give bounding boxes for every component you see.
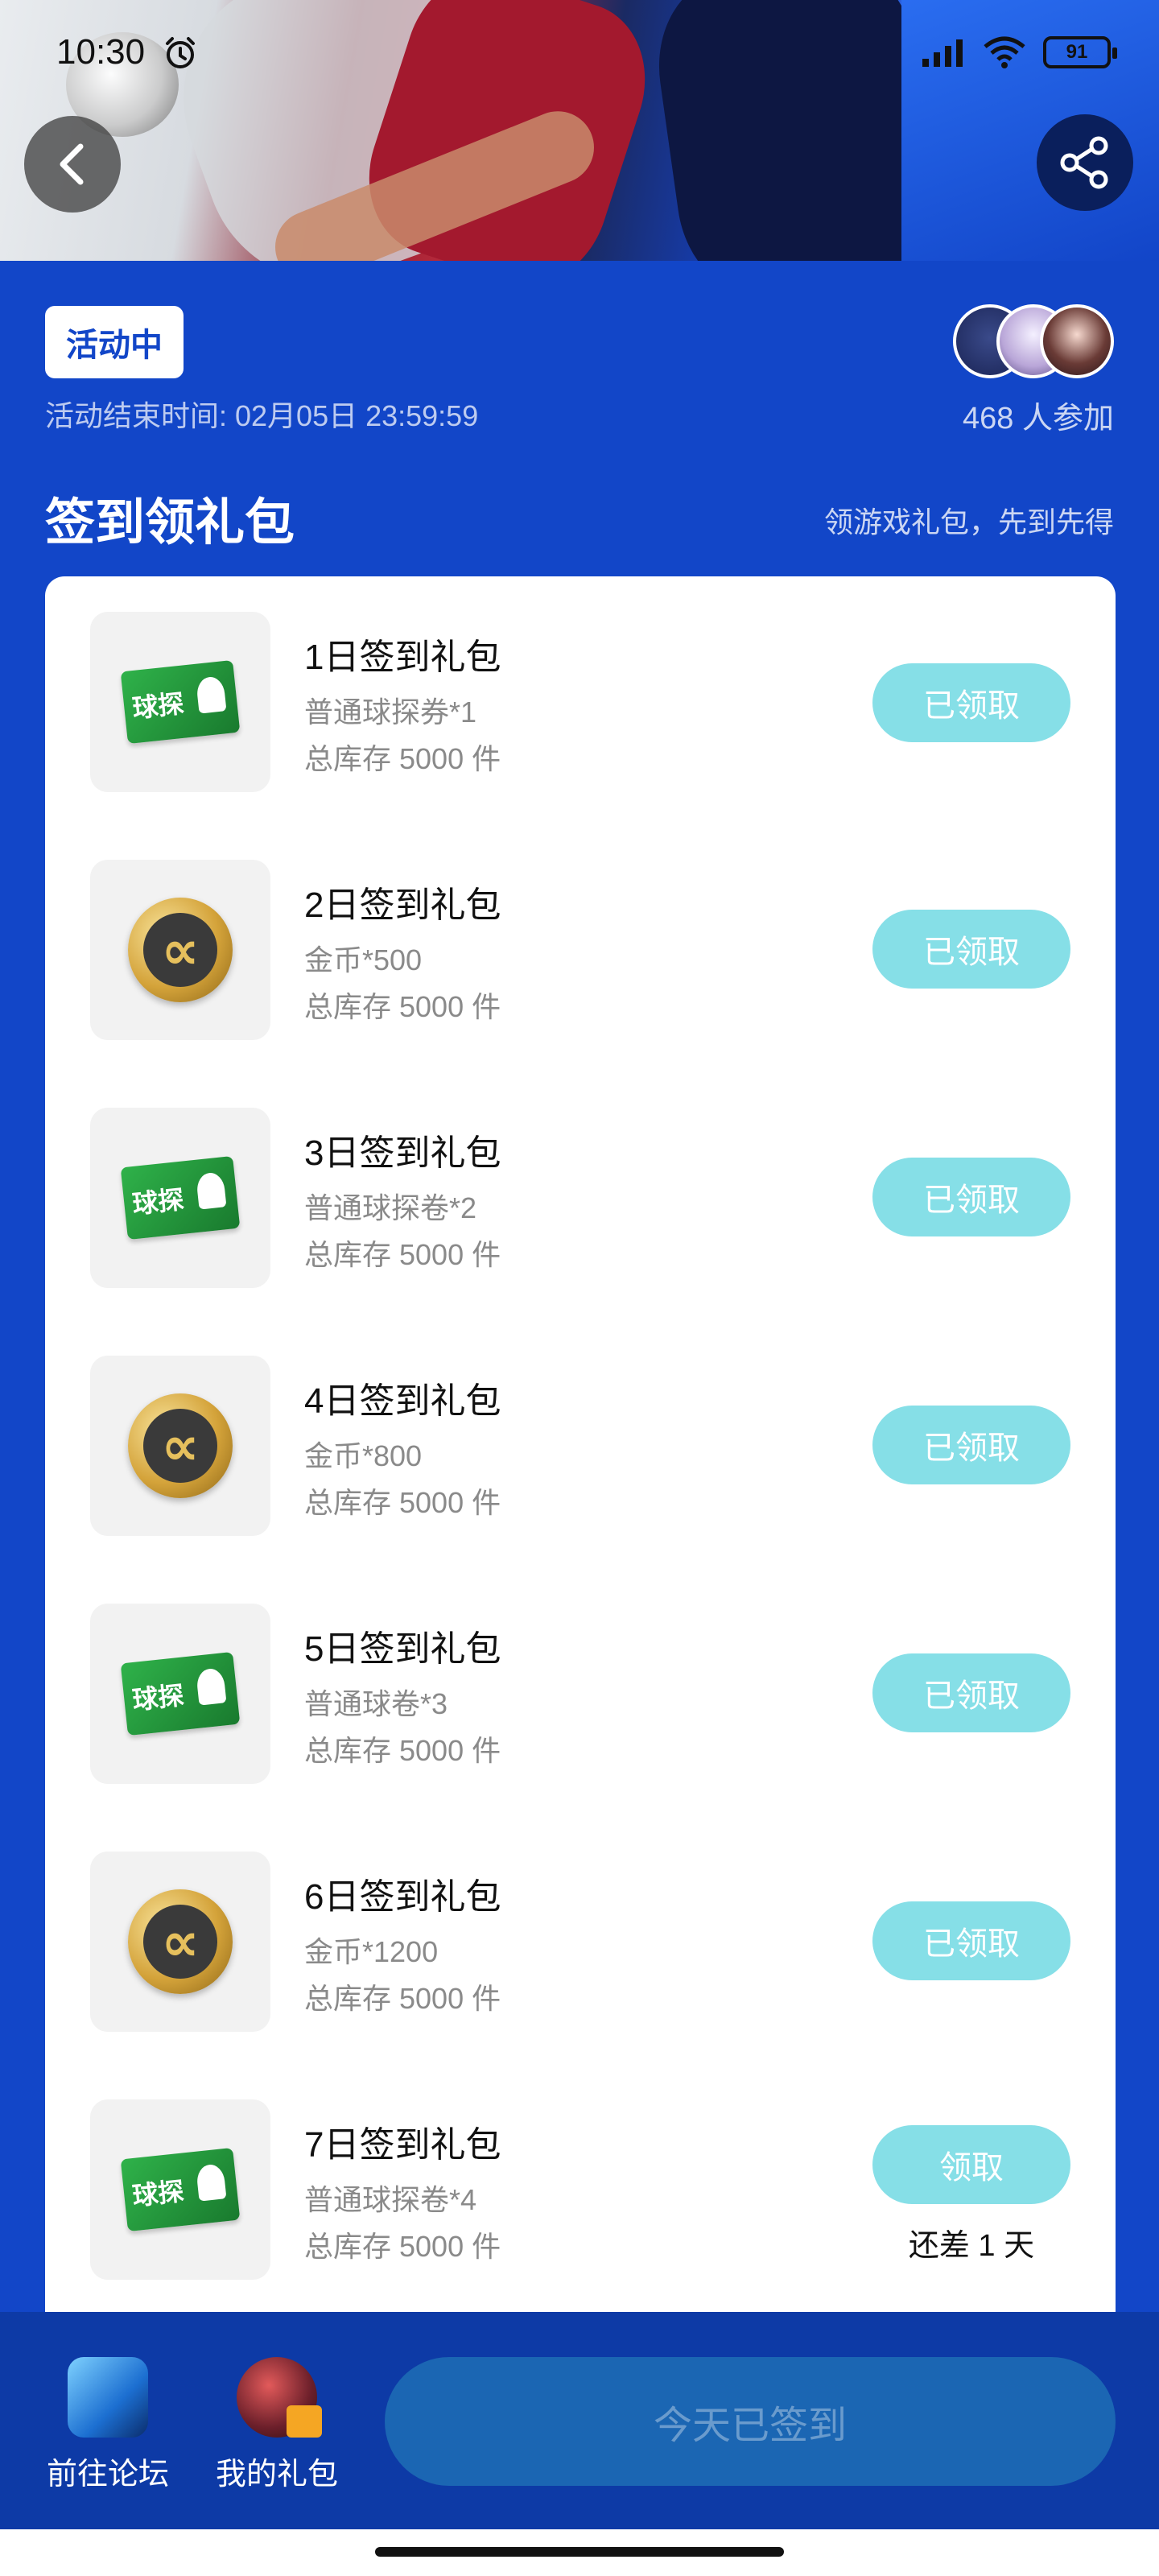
gold-coin-icon: ∝ — [128, 1889, 233, 1994]
bottom-bar: 前往论坛 我的礼包 今天已签到 — [0, 2312, 1159, 2529]
gift-thumbnail: 球探 — [90, 612, 270, 792]
gift-thumbnail: 球探 — [90, 1604, 270, 1784]
gift-item: 球探 7日签到礼包 普通球探卷*4 总库存 5000 件 领取 还差 1 天 — [45, 2099, 1116, 2285]
claimed-button[interactable]: 已领取 — [872, 1901, 1070, 1980]
gold-coin-icon: ∝ — [128, 1393, 233, 1498]
gift-list: 球探 1日签到礼包 普通球探券*1 总库存 5000 件 已领取 ∝ 2日签到礼… — [45, 576, 1116, 2331]
gift-item: ∝ 4日签到礼包 金币*800 总库存 5000 件 已领取 — [45, 1356, 1116, 1541]
activity-end-time: 活动结束时间: 02月05日 23:59:59 — [45, 399, 479, 432]
forum-link[interactable]: 前往论坛 — [35, 2357, 180, 2493]
gift-stock: 总库存 5000 件 — [304, 990, 501, 1023]
signed-in-today-button[interactable]: 今天已签到 — [385, 2357, 1116, 2486]
gift-title: 3日签到礼包 — [304, 1133, 501, 1173]
gift-description: 普通球卷*3 — [304, 1687, 448, 1720]
gift-description: 金币*500 — [304, 943, 423, 976]
gift-item: 球探 3日签到礼包 普通球探卷*2 总库存 5000 件 已领取 — [45, 1108, 1116, 1293]
gift-item: 球探 5日签到礼包 普通球卷*3 总库存 5000 件 已领取 — [45, 1604, 1116, 1789]
scout-ticket-icon: 球探 — [120, 2147, 241, 2232]
gift-title: 7日签到礼包 — [304, 2125, 501, 2165]
wifi-icon — [984, 36, 1025, 68]
gift-title: 5日签到礼包 — [304, 1629, 501, 1669]
gift-stock: 总库存 5000 件 — [304, 2230, 501, 2263]
participant-count: 468 人参加 — [963, 402, 1114, 436]
gift-stock: 总库存 5000 件 — [304, 1734, 501, 1767]
days-remaining: 还差 1 天 — [908, 2229, 1035, 2263]
my-gifts-label: 我的礼包 — [215, 2458, 338, 2491]
gift-item: ∝ 6日签到礼包 金币*1200 总库存 5000 件 已领取 — [45, 1852, 1116, 2037]
gift-title: 2日签到礼包 — [304, 886, 501, 925]
gift-stock: 总库存 5000 件 — [304, 1982, 501, 2015]
my-gifts-link[interactable]: 我的礼包 — [204, 2357, 349, 2493]
claimed-button[interactable]: 已领取 — [872, 1406, 1070, 1484]
share-icon — [1060, 136, 1108, 189]
gift-thumbnail: ∝ — [90, 1356, 270, 1536]
gift-stock: 总库存 5000 件 — [304, 1486, 501, 1519]
battery-level: 91 — [1066, 41, 1088, 63]
gift-thumbnail: 球探 — [90, 2099, 270, 2280]
section-title: 签到领礼包 — [45, 495, 295, 551]
claimed-button[interactable]: 已领取 — [872, 910, 1070, 989]
home-indicator[interactable] — [375, 2547, 784, 2557]
claimed-button[interactable]: 已领取 — [872, 1653, 1070, 1732]
gift-title: 1日签到礼包 — [304, 638, 501, 677]
activity-status-badge: 活动中 — [45, 306, 184, 378]
avatar — [1040, 304, 1114, 378]
gift-description: 普通球探卷*2 — [304, 1191, 477, 1224]
gift-stock: 总库存 5000 件 — [304, 1238, 501, 1271]
share-button[interactable] — [1037, 114, 1133, 211]
forum-label: 前往论坛 — [46, 2458, 169, 2491]
status-time: 10:30 — [56, 32, 146, 72]
gift-description: 普通球探券*1 — [304, 696, 477, 729]
scout-ticket-icon: 球探 — [120, 1651, 241, 1736]
gold-coin-icon: ∝ — [128, 898, 233, 1002]
gift-item: 球探 1日签到礼包 普通球探券*1 总库存 5000 件 已领取 — [45, 612, 1116, 797]
gift-stock: 总库存 5000 件 — [304, 742, 501, 775]
forum-icon — [68, 2357, 148, 2438]
gift-title: 6日签到礼包 — [304, 1877, 501, 1917]
gift-description: 普通球探卷*4 — [304, 2183, 477, 2216]
claimed-button[interactable]: 已领取 — [872, 1158, 1070, 1236]
section-subtitle: 领游戏礼包，先到先得 — [823, 506, 1114, 539]
gift-title: 4日签到礼包 — [304, 1381, 501, 1421]
gift-thumbnail: ∝ — [90, 1852, 270, 2032]
status-icons: 91 — [921, 35, 1117, 69]
signal-icon — [922, 39, 963, 67]
claimed-button[interactable]: 已领取 — [872, 663, 1070, 742]
participant-avatars[interactable] — [953, 304, 1114, 382]
page: 10:30 91 活动中 活动结束时间: 02月05日 23:59:59 468… — [0, 0, 1159, 2576]
gift-description: 金币*800 — [304, 1439, 423, 1472]
gift-description: 金币*1200 — [304, 1935, 439, 1968]
alarm-icon — [166, 37, 195, 68]
status-bar: 10:30 91 — [0, 0, 1159, 97]
scout-ticket-icon: 球探 — [120, 1155, 241, 1241]
battery-indicator: 91 — [1043, 36, 1117, 68]
gift-item: ∝ 2日签到礼包 金币*500 总库存 5000 件 已领取 — [45, 860, 1116, 1045]
gift-thumbnail: 球探 — [90, 1108, 270, 1288]
gift-thumbnail: ∝ — [90, 860, 270, 1040]
scout-ticket-icon: 球探 — [120, 659, 241, 745]
back-button[interactable] — [24, 116, 121, 213]
gift-box-icon — [237, 2357, 322, 2438]
claim-button[interactable]: 领取 — [872, 2125, 1070, 2204]
chevron-left-icon — [60, 143, 84, 185]
